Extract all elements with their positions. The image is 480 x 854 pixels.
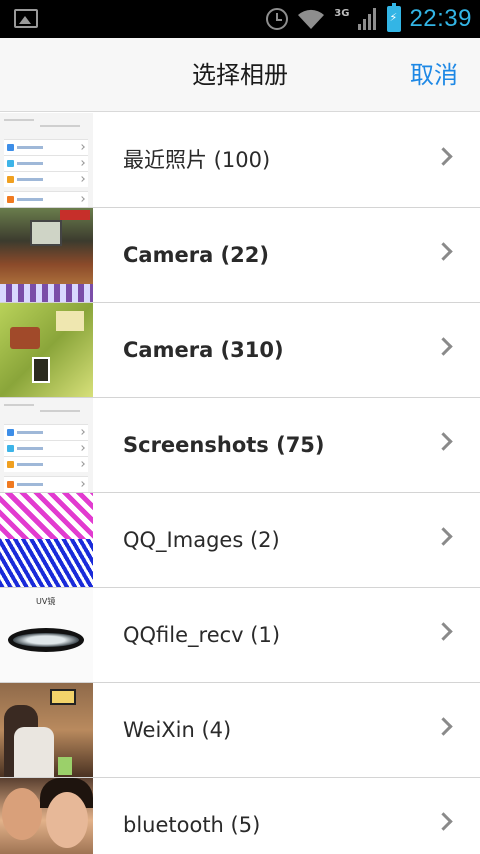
header-bar: 选择相册 取消 — [0, 38, 480, 112]
album-label: 最近照片 (100) — [123, 148, 271, 172]
album-item-camera[interactable]: Camera (22) — [0, 208, 480, 303]
album-label: Camera (310) — [123, 338, 284, 362]
alarm-clock-icon — [266, 8, 289, 30]
chevron-right-icon — [434, 527, 453, 546]
wifi-icon — [298, 9, 325, 29]
album-label: WeiXin (4) — [123, 718, 232, 742]
chevron-right-icon — [434, 717, 453, 736]
chevron-right-icon — [434, 147, 453, 166]
network-type-label: 3G — [334, 7, 350, 19]
album-thumbnail — [0, 208, 93, 302]
album-item-recent[interactable]: 最近照片 (100) — [0, 113, 480, 208]
chevron-right-icon — [434, 337, 453, 356]
page-title: 选择相册 — [192, 61, 288, 89]
chevron-right-icon — [434, 622, 453, 641]
album-thumbnail — [0, 778, 93, 854]
status-bar: 3G 22:39 — [0, 0, 480, 38]
album-thumbnail — [0, 398, 93, 492]
album-item-camera[interactable]: Camera (310) — [0, 303, 480, 398]
album-label: bluetooth (5) — [123, 813, 261, 837]
album-item-screenshots[interactable]: Screenshots (75) — [0, 398, 480, 493]
album-thumbnail — [0, 113, 93, 207]
cellular-signal-icon — [358, 8, 377, 30]
chevron-right-icon — [434, 812, 453, 831]
chevron-right-icon — [434, 432, 453, 451]
album-label: QQfile_recv (1) — [123, 623, 281, 647]
album-thumbnail — [0, 493, 93, 587]
album-item-qq-images[interactable]: QQ_Images (2) — [0, 493, 480, 588]
status-icons: 3G 22:39 — [266, 0, 472, 38]
album-item-weixin[interactable]: WeiXin (4) — [0, 683, 480, 778]
album-thumbnail — [0, 303, 93, 397]
status-time: 22:39 — [409, 5, 472, 32]
album-label: Screenshots (75) — [123, 433, 325, 457]
image-notification-icon — [14, 9, 38, 28]
album-label: Camera (22) — [123, 243, 269, 267]
battery-charging-icon — [387, 3, 402, 32]
album-thumbnail — [0, 683, 93, 777]
album-list: 最近照片 (100) Camera (22) Camera (310) Scre… — [0, 113, 480, 854]
chevron-right-icon — [434, 242, 453, 261]
cancel-button[interactable]: 取消 — [410, 38, 458, 112]
album-thumbnail: UV镜 — [0, 588, 93, 682]
album-label: QQ_Images (2) — [123, 528, 280, 552]
album-item-qqfile-recv[interactable]: UV镜 QQfile_recv (1) — [0, 588, 480, 683]
album-item-bluetooth[interactable]: bluetooth (5) — [0, 778, 480, 854]
